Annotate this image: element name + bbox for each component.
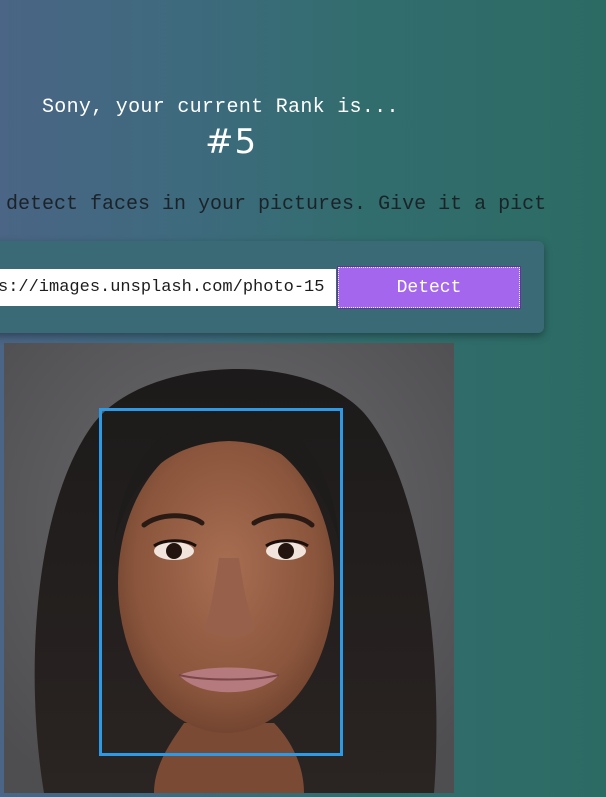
rank-value: #5 [205,122,258,162]
detect-button[interactable]: Detect [337,266,521,309]
image-url-input[interactable]: s://images.unsplash.com/photo-15 [0,269,336,306]
rank-message: Sony, your current Rank is... [42,96,399,119]
face-detection-box [99,408,343,756]
app-description: l detect faces in your pictures. Give it… [0,193,547,216]
image-url-value: s://images.unsplash.com/photo-15 [0,278,325,297]
